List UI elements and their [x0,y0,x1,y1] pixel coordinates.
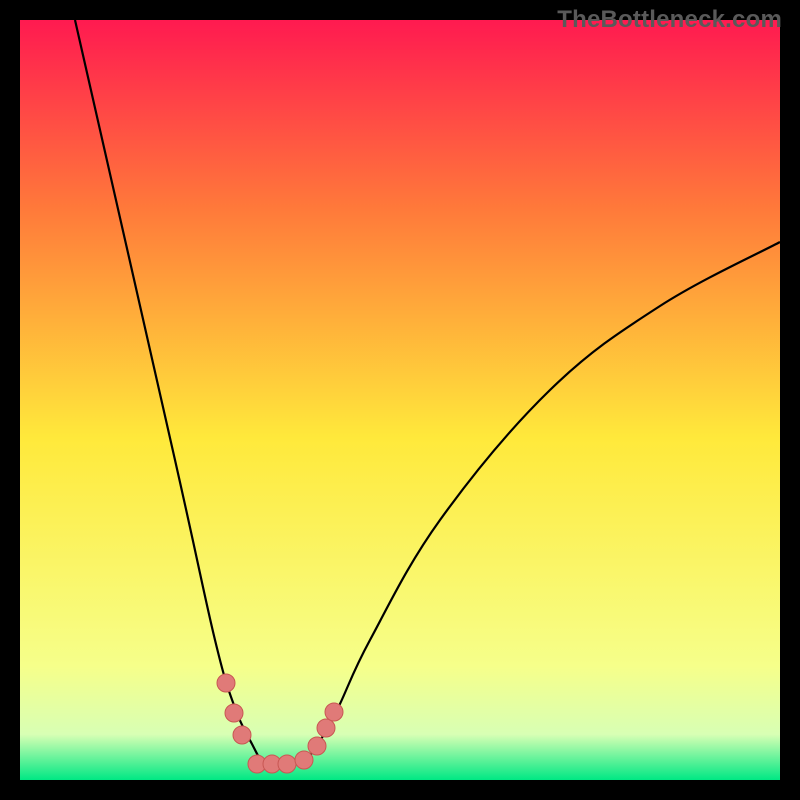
bottleneck-chart [0,0,800,800]
curve-marker [308,737,326,755]
curve-marker [295,751,313,769]
curve-marker [233,726,251,744]
curve-marker [325,703,343,721]
curve-marker [278,755,296,773]
curve-marker [225,704,243,722]
watermark-text: TheBottleneck.com [557,6,782,34]
plot-background [20,20,780,780]
curve-marker [317,719,335,737]
curve-marker [217,674,235,692]
chart-frame: TheBottleneck.com [0,0,800,800]
